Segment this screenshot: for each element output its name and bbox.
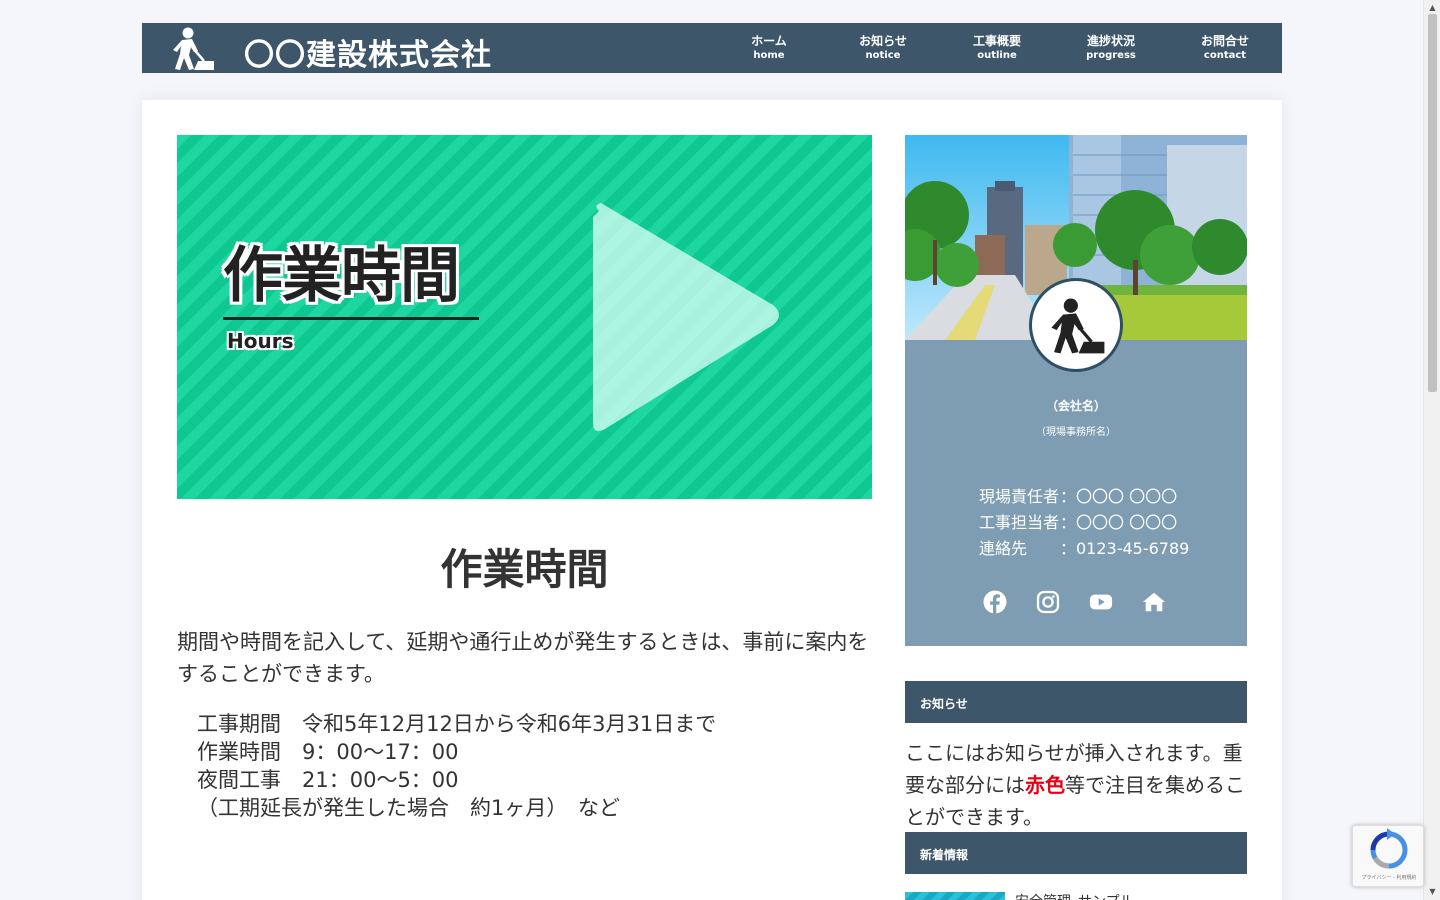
construction-worker-icon[interactable] — [168, 25, 216, 71]
news-item-title[interactable]: 安全管理_サンプル — [1015, 891, 1134, 900]
site-title[interactable]: 〇〇建設株式会社 — [244, 30, 492, 74]
company-name: （会社名） — [1045, 399, 1106, 413]
contact-label: 現場責任者 — [979, 487, 1060, 506]
scroll-up-icon[interactable]: ▲ — [1427, 2, 1438, 13]
nav-progress[interactable]: 進捗状況 progress — [1054, 23, 1168, 73]
nav-outline[interactable]: 工事概要 outline — [940, 23, 1054, 73]
play-icon — [585, 197, 785, 441]
eyecatch-underline — [223, 317, 479, 320]
list-item: 作業時間 9：00～17：00 — [197, 740, 459, 764]
nav-sublabel: home — [753, 50, 785, 61]
contact-value: ：0123-45-6789 — [1060, 539, 1190, 558]
list-item: 工事期間 令和5年12月12日から令和6年3月31日まで — [197, 712, 717, 736]
notice-widget-heading: お知らせ — [905, 681, 1247, 723]
office-name: （現場事務所名） — [1036, 427, 1116, 438]
main-content: 作業時間 Hours 作業時間 期間や時間を記入して、延期や通行止めが発生すると… — [142, 100, 1282, 900]
nav-label: お知らせ — [859, 34, 907, 48]
main-nav: ホーム home お知らせ notice 工事概要 outline 進捗状況 p… — [712, 23, 1282, 73]
list-item: 夜間工事 21：00～5：00 — [197, 768, 459, 792]
nav-sublabel: contact — [1203, 50, 1247, 61]
recaptcha-icon — [1370, 828, 1408, 869]
avatar — [1029, 278, 1123, 372]
home-icon[interactable] — [1142, 590, 1166, 614]
nav-home[interactable]: ホーム home — [712, 23, 826, 73]
notice-widget-text: ここにはお知らせが挿入されます。重要な部分には赤色等で注目を集めることができます… — [905, 737, 1250, 833]
site-header: 〇〇建設株式会社 ホーム home お知らせ notice 工事概要 outli… — [142, 23, 1282, 73]
news-widget-heading: 新着情報 — [905, 832, 1247, 874]
nav-sublabel: progress — [1086, 50, 1136, 61]
schedule-list: 工事期間 令和5年12月12日から令和6年3月31日まで 作業時間 9：00～1… — [197, 710, 877, 822]
eyecatch-image: 作業時間 Hours — [177, 135, 872, 499]
youtube-icon[interactable] — [1089, 590, 1113, 614]
contact-label: 連絡先 — [979, 539, 1028, 558]
social-links — [983, 590, 1166, 614]
notice-text-highlight: 赤色 — [1025, 773, 1065, 797]
recaptcha-badge[interactable]: プライバシー - 利用規約 — [1352, 825, 1424, 887]
nav-sublabel: outline — [977, 50, 1017, 61]
contact-row: 工事担当者 ：〇〇〇 〇〇〇 — [979, 510, 1189, 536]
eyecatch-subtitle: Hours — [227, 329, 294, 353]
contact-label: 工事担当者 — [979, 513, 1060, 532]
scroll-down-icon[interactable]: ▼ — [1427, 886, 1438, 897]
list-item: （工期延長が発生した場合 約1ヶ月） など — [197, 796, 620, 820]
contact-value: ：〇〇〇 〇〇〇 — [1060, 513, 1178, 532]
contact-row: 連絡先 ：0123-45-6789 — [979, 536, 1189, 562]
nav-label: ホーム — [751, 34, 787, 48]
nav-label: 進捗状況 — [1086, 34, 1135, 48]
instagram-icon[interactable] — [1036, 590, 1060, 614]
construction-worker-icon — [1051, 298, 1105, 354]
recaptcha-text: プライバシー - 利用規約 — [1361, 875, 1417, 881]
page-scrollbar[interactable]: ▲ ▼ — [1423, 0, 1440, 900]
contact-info: 現場責任者 ：〇〇〇 〇〇〇 工事担当者 ：〇〇〇 〇〇〇 連絡先 ：0123-… — [979, 484, 1189, 562]
page-title: 作業時間 — [440, 545, 609, 594]
eyecatch-title: 作業時間 — [223, 241, 460, 311]
contact-row: 現場責任者 ：〇〇〇 〇〇〇 — [979, 484, 1189, 510]
news-thumbnail[interactable] — [905, 892, 1005, 900]
nav-contact[interactable]: お問合せ contact — [1168, 23, 1282, 73]
scroll-thumb[interactable] — [1428, 14, 1437, 392]
nav-label: 工事概要 — [972, 34, 1021, 48]
contact-value: ：〇〇〇 〇〇〇 — [1060, 487, 1178, 506]
nav-notice[interactable]: お知らせ notice — [826, 23, 940, 73]
facebook-icon[interactable] — [983, 590, 1007, 614]
nav-sublabel: notice — [865, 50, 901, 61]
nav-label: お問合せ — [1200, 34, 1249, 48]
post-intro: 期間や時間を記入して、延期や通行止めが発生するときは、事前に案内をすることができ… — [177, 630, 869, 686]
profile-widget: （会社名） （現場事務所名） 現場責任者 ：〇〇〇 〇〇〇 工事担当者 ：〇〇〇… — [905, 135, 1247, 646]
